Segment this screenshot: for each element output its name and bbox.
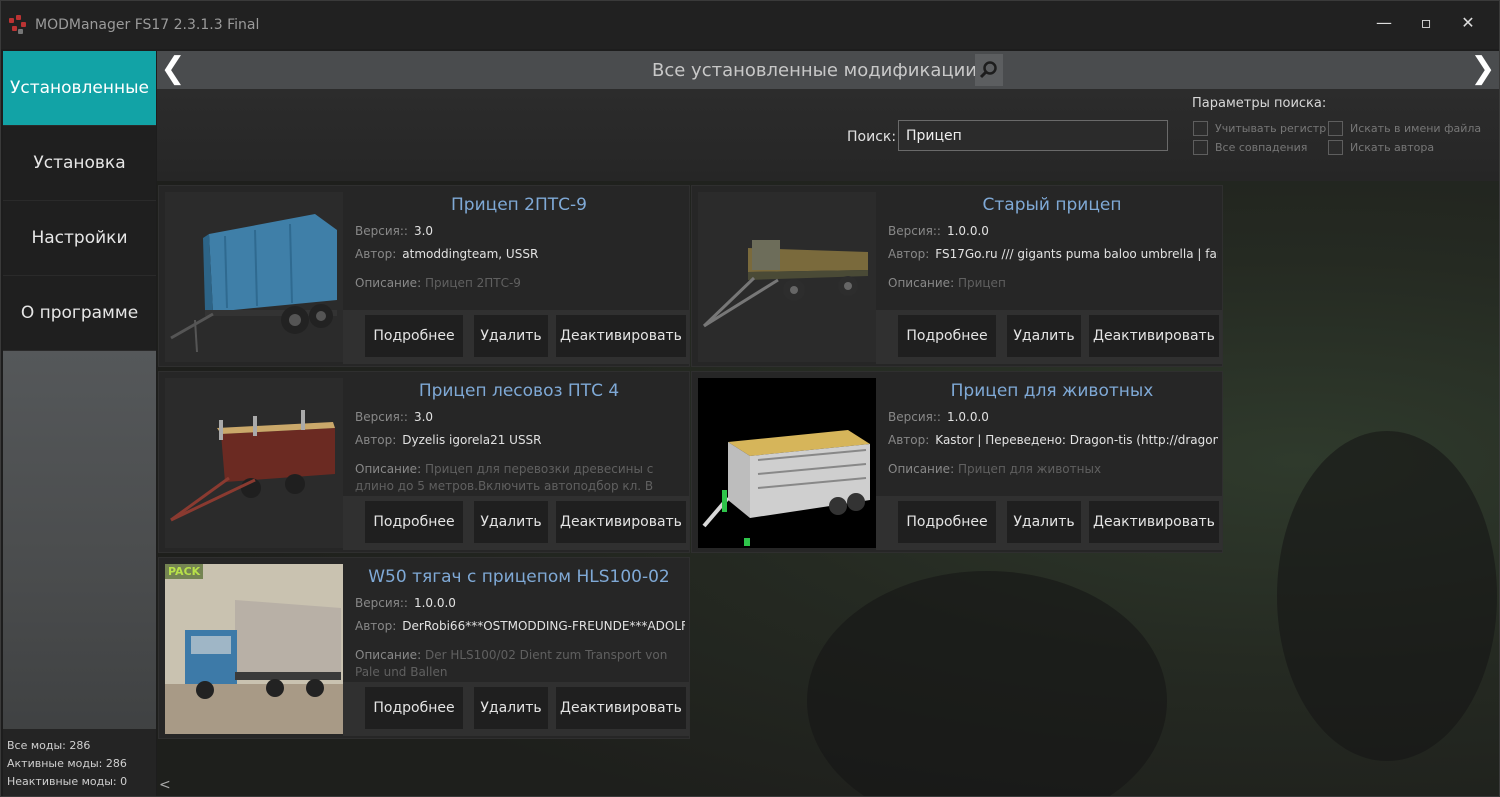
checkbox[interactable] (1193, 121, 1208, 136)
mod-actions: Подробнее Удалить Деактивировать (343, 310, 689, 364)
mod-title[interactable]: Прицеп 2ПТС-9 (349, 195, 689, 215)
mod-description: Описание: Der HLS100/02 Dient zum Transp… (355, 648, 668, 679)
mod-author: Автор: Kastor | Переведено: Dragon-tis (h… (888, 433, 1218, 447)
mod-version: Версия:: 1.0.0.0 (355, 596, 456, 610)
mod-title[interactable]: Прицеп для животных (882, 381, 1222, 401)
window-title: MODManager FS17 2.3.1.3 Final (35, 17, 260, 33)
delete-button[interactable]: Удалить (1007, 315, 1081, 357)
mod-version: Версия:: 1.0.0.0 (888, 224, 989, 238)
search-label: Поиск: (847, 129, 897, 145)
option-case-sensitive[interactable]: Учитывать регистр (1193, 121, 1326, 136)
close-button[interactable]: ✕ (1447, 9, 1489, 37)
search-icon (979, 61, 997, 79)
delete-button[interactable]: Удалить (474, 315, 548, 357)
mod-thumbnail (165, 192, 343, 362)
maximize-button[interactable]: ▫ (1405, 9, 1447, 37)
background-tractor-wheel (1277, 431, 1497, 761)
title-bar: MODManager FS17 2.3.1.3 Final — ▫ ✕ (1, 1, 1499, 49)
mod-stats: Все моды: 286 Активные моды: 286 Неактив… (3, 729, 156, 796)
checkbox[interactable] (1328, 121, 1343, 136)
pack-badge: PACK (165, 564, 204, 579)
mod-actions: Подробнее Удалить Деактивировать (343, 682, 689, 736)
mod-description: Описание: Прицеп для животных (888, 462, 1102, 476)
background-tractor-wheel (807, 571, 1167, 796)
trailer-image (165, 192, 343, 362)
search-input[interactable] (898, 120, 1168, 151)
stat-all: Все моды: 286 (7, 739, 91, 752)
mod-thumbnail (698, 192, 876, 362)
sidebar-item-install[interactable]: Установка (3, 126, 156, 201)
horizontal-scroll-left[interactable]: < (159, 777, 171, 793)
app-logo-icon (7, 14, 29, 36)
search-button[interactable] (975, 54, 1003, 86)
mod-card: Прицеп лесовоз ПТС 4 Версия:: 3.0 Автор: D… (158, 371, 690, 553)
mod-version: Версия:: 1.0.0.0 (888, 410, 989, 424)
app-window: MODManager FS17 2.3.1.3 Final — ▫ ✕ Уста… (0, 0, 1500, 797)
mod-actions: Подробнее Удалить Деактивировать (343, 496, 689, 550)
deactivate-button[interactable]: Деактивировать (556, 315, 686, 357)
option-search-filename[interactable]: Искать в имени файла (1328, 121, 1481, 136)
window-controls: — ▫ ✕ (1363, 9, 1489, 37)
trailer-image (698, 378, 876, 548)
checkbox[interactable] (1328, 140, 1343, 155)
mod-title[interactable]: W50 тягач с прицепом HLS100-02 (349, 567, 689, 587)
mod-thumbnail: PACK (165, 564, 343, 734)
details-button[interactable]: Подробнее (898, 501, 996, 543)
deactivate-button[interactable]: Деактивировать (556, 687, 686, 729)
mod-version: Версия:: 3.0 (355, 224, 434, 238)
trailer-image (165, 378, 343, 548)
section-header: ❮ Все установленные модификации ❯ (157, 51, 1499, 89)
minimize-button[interactable]: — (1363, 9, 1405, 37)
search-params-title: Параметры поиска: (1192, 96, 1327, 111)
sidebar-item-about[interactable]: О программе (3, 276, 156, 351)
mod-card: Прицеп для животных Версия:: 1.0.0.0 Авто… (691, 371, 1223, 553)
sidebar: Установленные Установка Настройки О прог… (3, 51, 156, 796)
mod-card: Прицеп 2ПТС-9 Версия:: 3.0 Автор: atmoddin… (158, 185, 690, 367)
mod-author: Автор: Dyzelis igorela21 USSR (355, 433, 542, 447)
mod-card: Старый прицеп Версия:: 1.0.0.0 Автор: FS17… (691, 185, 1223, 367)
details-button[interactable]: Подробнее (898, 315, 996, 357)
checkbox[interactable] (1193, 140, 1208, 155)
deactivate-button[interactable]: Деактивировать (1089, 315, 1219, 357)
trailer-image (698, 192, 876, 362)
deactivate-button[interactable]: Деактивировать (1089, 501, 1219, 543)
mod-thumbnail (698, 378, 876, 548)
mod-actions: Подробнее Удалить Деактивировать (876, 310, 1222, 364)
main-content: ❮ Все установленные модификации ❯ Поиск:… (157, 51, 1499, 796)
delete-button[interactable]: Удалить (474, 687, 548, 729)
details-button[interactable]: Подробнее (365, 687, 463, 729)
mod-title[interactable]: Прицеп лесовоз ПТС 4 (349, 381, 689, 401)
stat-active: Активные моды: 286 (7, 757, 127, 770)
sidebar-item-installed[interactable]: Установленные (3, 51, 156, 126)
deactivate-button[interactable]: Деактивировать (556, 501, 686, 543)
mod-author: Автор: atmoddingteam, USSR (355, 247, 539, 261)
mod-actions: Подробнее Удалить Деактивировать (876, 496, 1222, 550)
mod-author: Автор: FS17Go.ru /// gigants puma baloo u… (888, 247, 1218, 261)
mod-card: PACK W50 тягач с прицепом HLS100-02 Верс… (158, 557, 690, 739)
delete-button[interactable]: Удалить (1007, 501, 1081, 543)
mod-description: Описание: Прицеп для перевозки древесины… (355, 462, 654, 493)
sidebar-item-settings[interactable]: Настройки (3, 201, 156, 276)
option-search-author[interactable]: Искать автора (1328, 140, 1434, 155)
prev-arrow-icon[interactable]: ❮ (157, 53, 189, 87)
details-button[interactable]: Подробнее (365, 315, 463, 357)
mod-title[interactable]: Старый прицеп (882, 195, 1222, 215)
search-panel: Поиск: Параметры поиска: Учитывать регис… (157, 89, 1499, 181)
mod-author: Автор: DerRobi66***OSTMODDING-FREUNDE***A… (355, 619, 685, 633)
stat-inactive: Неактивные моды: 0 (7, 775, 128, 788)
truck-photo (165, 564, 343, 734)
mod-thumbnail (165, 378, 343, 548)
mod-description: Описание: Прицеп (888, 276, 1006, 290)
section-title: Все установленные модификации (652, 60, 977, 81)
mod-description: Описание: Прицеп 2ПТС-9 (355, 276, 521, 290)
next-arrow-icon[interactable]: ❯ (1467, 53, 1499, 87)
option-all-matches[interactable]: Все совпадения (1193, 140, 1307, 155)
mod-version: Версия:: 3.0 (355, 410, 434, 424)
delete-button[interactable]: Удалить (474, 501, 548, 543)
details-button[interactable]: Подробнее (365, 501, 463, 543)
